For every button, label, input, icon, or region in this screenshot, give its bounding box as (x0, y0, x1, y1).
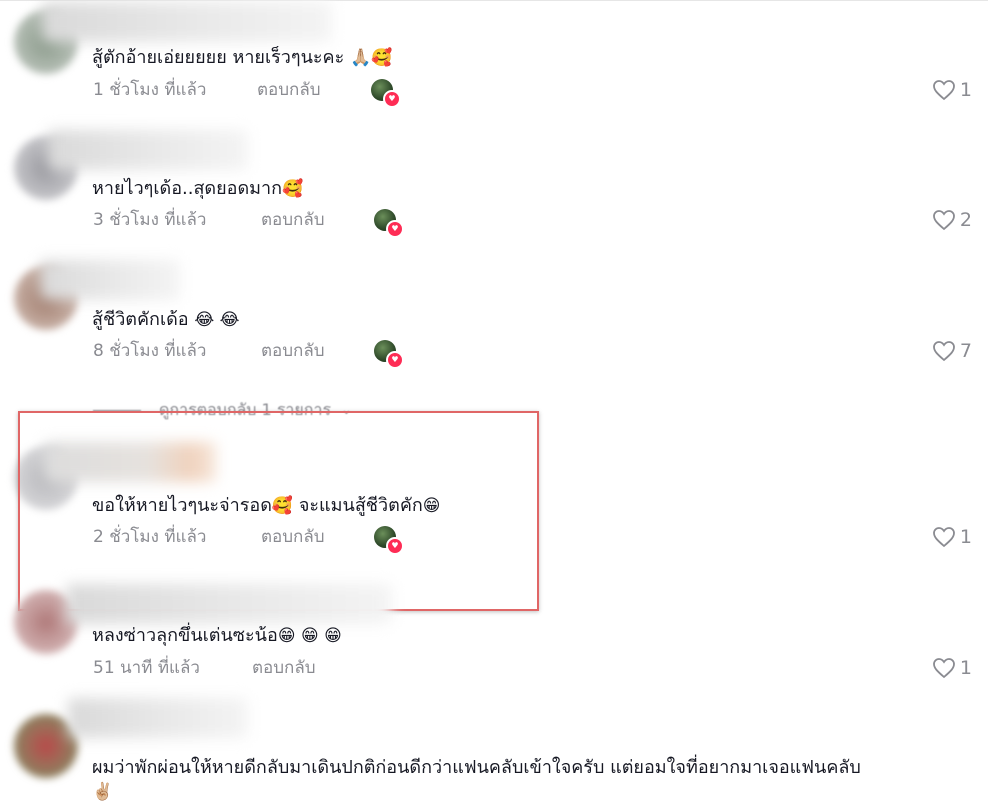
like-count: 7 (959, 340, 972, 362)
like-count: 2 (959, 209, 972, 231)
like-button[interactable]: 1 (932, 525, 972, 549)
heart-badge-icon: ♥ (386, 351, 404, 369)
like-button[interactable]: 1 (932, 78, 972, 102)
like-count: 1 (959, 657, 972, 679)
comment-timestamp: 8 ชั่วโมง ที่แล้ว (93, 341, 207, 361)
comment-timestamp: 51 นาที ที่แล้ว (93, 658, 200, 678)
username-blurred[interactable] (42, 2, 332, 42)
comment-text: สู้ตักอ้ายเอ่ยยยยย หายเร็วๆนะคะ 🙏🏼🥰 (92, 47, 393, 68)
heart-icon (933, 658, 955, 679)
comment-timestamp: 1 ชั่วโมง ที่แล้ว (93, 80, 207, 100)
comment-text: หลงซ่าวลุกขึ่นเต่นซะน้อ😁 😁 😁 (92, 625, 342, 646)
comment-item: สู้ชีวิตคักเด้อ 😂 😂 8 ชั่วโมง ที่แล้ว ตอ… (0, 250, 988, 380)
like-button[interactable]: 2 (932, 208, 972, 232)
reply-button[interactable]: ตอบกลับ (257, 78, 321, 102)
heart-icon (933, 80, 955, 101)
heart-icon (933, 527, 955, 548)
heart-badge-icon: ♥ (383, 90, 401, 108)
comment-text: สู้ชีวิตคักเด้อ 😂 😂 (92, 309, 240, 330)
comment-item: สู้ตักอ้ายเอ่ยยยยย หายเร็วๆนะคะ 🙏🏼🥰 1 ชั… (0, 0, 988, 120)
comment-item: หลงซ่าวลุกขึ่นเต่นซะน้อ😁 😁 😁 51 นาที ที่… (0, 580, 988, 690)
username-blurred[interactable] (66, 584, 392, 624)
like-button[interactable]: 7 (932, 339, 972, 363)
comment-item: หายไวๆเด้อ..สุดยอดมาก🥰 3 ชั่วโมง ที่แล้ว… (0, 120, 988, 250)
emoji: 🥰 (282, 179, 304, 199)
heart-icon (933, 341, 955, 362)
emoji: ✌🏼 (92, 782, 114, 802)
reply-button[interactable]: ตอบกลับ (252, 656, 316, 680)
emoji: 🙏🏼🥰 (350, 48, 393, 68)
comment-item: ผมว่าพักผ่อนให้หายดีกลับมาเดินปกติก่อนดี… (0, 690, 988, 804)
reply-button[interactable]: ตอบกลับ (261, 339, 325, 363)
comment-text: หายไวๆเด้อ..สุดยอดมาก🥰 (92, 178, 304, 199)
username-blurred[interactable] (40, 260, 180, 300)
heart-icon (933, 210, 955, 231)
comment-text: ผมว่าพักผ่อนให้หายดีกลับมาเดินปกติก่อนดี… (92, 757, 861, 778)
emoji: 😁 😁 😁 (277, 626, 342, 646)
username-blurred[interactable] (48, 130, 248, 170)
comment-text-continued: ✌🏼 (92, 780, 113, 804)
like-count: 1 (959, 79, 972, 101)
username-blurred[interactable] (68, 698, 248, 738)
reply-button[interactable]: ตอบกลับ (261, 208, 325, 232)
heart-badge-icon: ♥ (386, 220, 404, 238)
emoji: 😂 😂 (194, 310, 240, 330)
comment-timestamp: 3 ชั่วโมง ที่แล้ว (93, 210, 207, 230)
like-count: 1 (959, 526, 972, 548)
like-button[interactable]: 1 (932, 656, 972, 680)
